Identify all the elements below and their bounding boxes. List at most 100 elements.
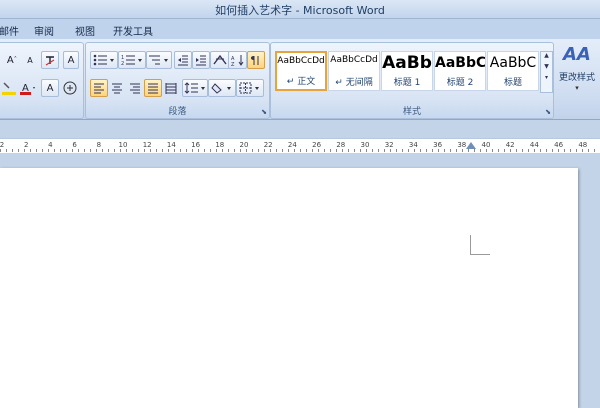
ruler-tick-label: 40 — [481, 141, 491, 149]
style-normal[interactable]: AaBbCcDd ↵ 正文 — [275, 51, 327, 91]
tab-review[interactable]: 审阅 — [34, 23, 54, 38]
ruler-tick-mark — [0, 149, 1, 152]
ruler-tick-label: 26 — [312, 141, 322, 149]
ruler-tick-mark — [516, 149, 517, 152]
ruler-tick-label: 6 — [72, 141, 77, 149]
ruler-tick-mark — [330, 149, 331, 152]
ruler-tick-mark — [426, 149, 427, 152]
style-name: 标题 1 — [393, 78, 421, 88]
ruler-tick-mark — [114, 149, 115, 152]
style-sample: AaBbCcDd — [277, 56, 325, 66]
ruler-tick-mark — [564, 149, 565, 152]
ruler-tick-label: 2 — [23, 141, 29, 149]
ruler-tick-mark — [90, 149, 91, 152]
ruler-tick-mark — [462, 149, 463, 152]
clear-format-icon[interactable] — [41, 51, 59, 69]
styles-launcher-icon[interactable]: ⬊ — [545, 108, 551, 116]
style-heading-2[interactable]: AaBbC 标题 2 — [434, 51, 486, 91]
font-color-icon[interactable]: A — [17, 79, 39, 97]
shading-icon[interactable] — [208, 79, 236, 97]
ruler-tick-mark — [282, 149, 283, 152]
horizontal-ruler[interactable]: 2 2 4 6 8 10 12 14 16 18 20 22 24 26 28 30 32 34 36 38 40 42 4… — [0, 138, 600, 154]
ruler-tick-mark — [546, 149, 547, 152]
ruler-tick-mark — [372, 149, 373, 152]
ruler-tick-label: 16 — [191, 141, 201, 149]
ruler-tick-mark — [582, 149, 583, 152]
ruler-tick-mark — [84, 149, 85, 152]
change-styles-button[interactable]: AA 更改样式 ▾ — [555, 42, 599, 112]
ruler-tick-mark — [402, 149, 403, 152]
ruler-tick-label: 34 — [408, 141, 418, 149]
multilevel-list-icon[interactable] — [146, 51, 172, 69]
ruler-tick-mark — [510, 149, 511, 152]
margin-corner-mark — [470, 254, 490, 255]
line-spacing-icon[interactable] — [182, 79, 208, 97]
ruler-tick-mark — [156, 149, 157, 152]
increase-indent-icon[interactable] — [192, 51, 210, 69]
ruler-tick-label: 2 — [0, 141, 5, 149]
ruler-tick-mark — [306, 149, 307, 152]
tab-mailings[interactable]: 邮件 — [0, 23, 19, 38]
tab-developer[interactable]: 开发工具 — [113, 23, 153, 38]
ruler-tick-mark — [324, 149, 325, 152]
ruler-tick-mark — [522, 149, 523, 152]
ruler-tick-label: 36 — [433, 141, 443, 149]
show-marks-icon[interactable] — [247, 51, 265, 69]
svg-text:2: 2 — [121, 61, 124, 66]
ruler-tick-mark — [384, 149, 385, 152]
ruler-tick-mark — [540, 149, 541, 152]
ruler-tick-mark — [102, 149, 103, 152]
styles-group-label: 样式 — [402, 107, 421, 117]
numbering-icon[interactable]: 12 — [118, 51, 146, 69]
ruler-tick-label: 4 — [48, 141, 53, 149]
decrease-indent-icon[interactable] — [174, 51, 192, 69]
gallery-more-icon[interactable]: ▾ — [541, 74, 552, 81]
char-border-icon[interactable]: A — [63, 51, 79, 69]
align-right-icon[interactable] — [126, 79, 144, 97]
document-page[interactable] — [0, 168, 578, 408]
style-heading-1[interactable]: AaBb 标题 1 — [381, 51, 433, 91]
ruler-tick-label: 14 — [166, 141, 176, 149]
ruler-tick-mark — [96, 149, 97, 152]
ruler-tick-mark — [360, 149, 361, 152]
styles-group: AaBbCcDd ↵ 正文 AaBbCcDd ↵ 无间隔 AaBb 标题 1 A… — [270, 42, 554, 119]
align-center-icon[interactable] — [108, 79, 126, 97]
align-left-icon[interactable] — [90, 79, 108, 97]
ruler-tick-mark — [468, 149, 469, 152]
ruler-tick-mark — [54, 149, 55, 152]
ruler-tick-mark — [42, 149, 43, 152]
borders-icon[interactable] — [236, 79, 264, 97]
ruler-tick-mark — [438, 149, 439, 152]
ruler-tick-mark — [312, 149, 313, 152]
gallery-scroll[interactable]: ▲ ▼ ▾ — [540, 51, 553, 93]
ruler-tick-mark — [36, 149, 37, 152]
tab-view[interactable]: 视图 — [75, 23, 95, 38]
grow-font-icon[interactable]: Aˆ — [3, 51, 21, 69]
sort-icon[interactable]: AZ — [228, 51, 247, 69]
ruler-tick-mark — [336, 149, 337, 152]
ruler-tick-mark — [6, 149, 7, 152]
enclose-char-icon[interactable] — [60, 79, 79, 97]
gallery-down-icon[interactable]: ▼ — [541, 63, 552, 70]
ribbon-tabs: 邮件 审阅 视图 开发工具 — [0, 19, 600, 39]
style-title[interactable]: AaBbC 标题 — [487, 51, 539, 91]
window-title: 如何插入艺术字 - Microsoft Word — [215, 4, 385, 17]
right-indent-marker-icon[interactable] — [466, 142, 476, 149]
justify-icon[interactable] — [144, 79, 162, 97]
gallery-up-icon[interactable]: ▲ — [541, 52, 552, 59]
ruler-tick-mark — [162, 149, 163, 152]
shrink-font-icon[interactable]: A — [21, 51, 39, 69]
ruler-tick-mark — [66, 149, 67, 152]
style-no-spacing[interactable]: AaBbCcDd ↵ 无间隔 — [328, 51, 380, 91]
ruler-tick-mark — [216, 149, 217, 152]
chevron-down-icon: ▾ — [575, 84, 579, 92]
paragraph-launcher-icon[interactable]: ⬊ — [261, 108, 267, 116]
ribbon: Aˆ A A A A 12 A Z 段落 ⬊ AaBbCcDd ↵ 正文 AaB… — [0, 39, 600, 120]
bullets-icon[interactable] — [90, 51, 118, 69]
ruler-tick-label: 42 — [505, 141, 515, 149]
style-name: ↵ 正文 — [286, 77, 316, 87]
svg-text:Z: Z — [231, 62, 235, 66]
ruler-tick-mark — [240, 149, 241, 152]
char-shading-icon[interactable]: A — [41, 79, 59, 97]
distributed-icon[interactable] — [162, 79, 180, 97]
